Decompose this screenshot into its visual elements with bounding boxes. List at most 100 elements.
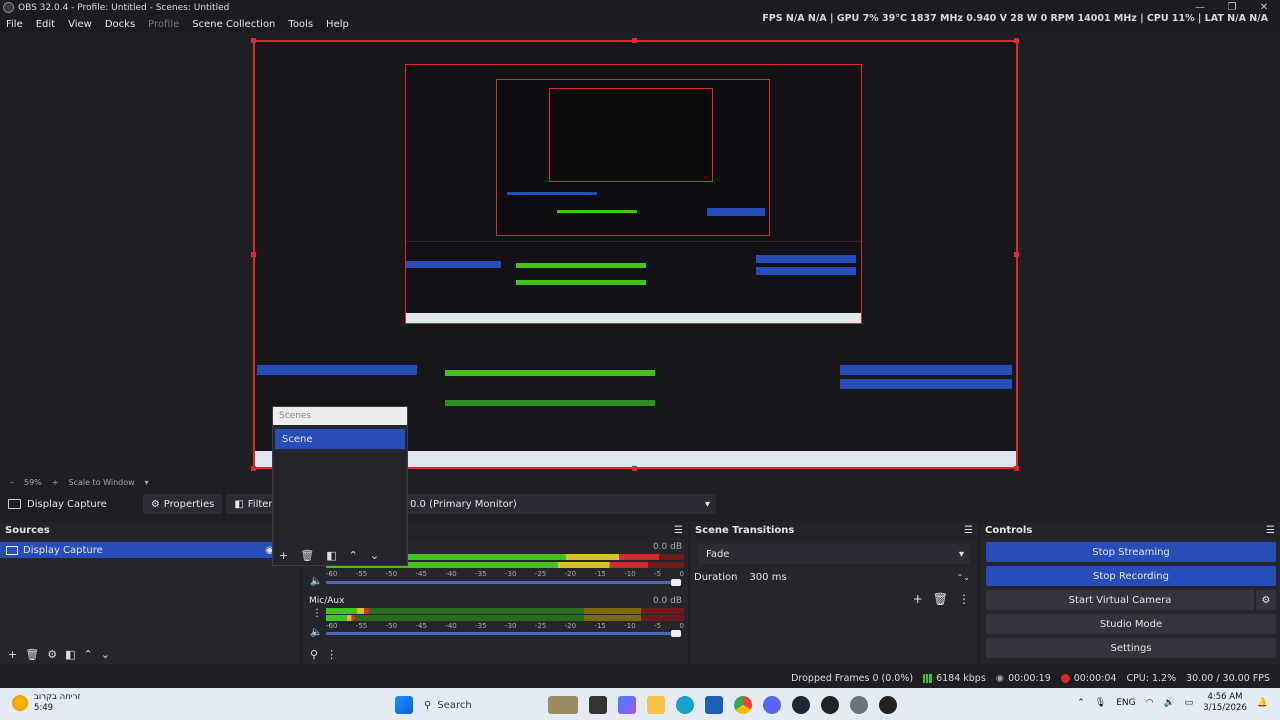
settings-button[interactable]: Settings bbox=[986, 638, 1276, 658]
menu-edit[interactable]: Edit bbox=[36, 19, 55, 30]
sources-toolbar: + 🗑 ⚙ ◧ ⌃ ⌄ bbox=[0, 644, 110, 664]
notification-bell-icon[interactable]: 🔔 bbox=[1257, 698, 1268, 708]
nested-strip bbox=[257, 365, 417, 375]
steam-icon[interactable] bbox=[792, 696, 810, 714]
clock[interactable]: 4:56 AM 3/15/2026 bbox=[1203, 692, 1247, 714]
program-preview[interactable] bbox=[253, 40, 1018, 469]
nested-preview-2 bbox=[496, 79, 770, 236]
start-virtual-camera-button[interactable]: Start Virtual Camera bbox=[986, 590, 1254, 610]
obs-icon[interactable] bbox=[850, 696, 868, 714]
display-select[interactable]: 0.0 (Primary Monitor) ▾ bbox=[404, 494, 716, 514]
move-down-button[interactable]: ⌄ bbox=[101, 648, 110, 661]
resize-handle[interactable] bbox=[251, 252, 256, 257]
stream-time: ◉ 00:00:19 bbox=[995, 672, 1051, 684]
resize-handle[interactable] bbox=[251, 466, 256, 471]
monitor-icon bbox=[6, 545, 18, 555]
chevron-up-icon[interactable]: ⌃ bbox=[1077, 698, 1085, 708]
add-transition-button[interactable]: + bbox=[913, 592, 923, 606]
resize-handle[interactable] bbox=[632, 38, 637, 43]
gear-icon[interactable]: ⚙ bbox=[47, 648, 57, 661]
transition-select[interactable]: Fade ▾ bbox=[698, 544, 970, 564]
menu-profile[interactable]: Profile bbox=[148, 19, 179, 30]
app-icon[interactable] bbox=[705, 696, 723, 714]
language-indicator[interactable]: ENG bbox=[1116, 698, 1135, 708]
link-icon[interactable]: ⚲ bbox=[310, 648, 318, 661]
chrome-icon[interactable] bbox=[734, 696, 752, 714]
zoom-out-button[interactable]: – bbox=[10, 478, 14, 487]
nested-strip bbox=[445, 400, 655, 406]
menu-file[interactable]: File bbox=[6, 19, 23, 30]
file-explorer-icon[interactable] bbox=[647, 696, 665, 714]
chevron-down-icon[interactable]: ▾ bbox=[145, 478, 149, 487]
stepper-icon[interactable]: ⌃⌄ bbox=[957, 573, 970, 582]
studio-mode-button[interactable]: Studio Mode bbox=[986, 614, 1276, 634]
zoom-in-button[interactable]: + bbox=[52, 478, 59, 487]
volume-knob[interactable] bbox=[671, 579, 681, 586]
search-icon: ⚲ bbox=[424, 699, 432, 711]
source-item[interactable]: Display Capture ◉ bbox=[0, 542, 300, 558]
menu-help[interactable]: Help bbox=[326, 19, 349, 30]
scale-mode-select[interactable]: Scale to Window bbox=[68, 478, 134, 487]
move-up-button[interactable]: ⌃ bbox=[83, 648, 92, 661]
more-options-icon[interactable]: ⋮ bbox=[312, 608, 322, 619]
task-view-icon[interactable] bbox=[589, 696, 607, 714]
filter-icon[interactable]: ◧ bbox=[326, 549, 336, 562]
more-options-icon[interactable]: ⋮ bbox=[326, 648, 337, 661]
wifi-icon[interactable]: ◠ bbox=[1146, 698, 1154, 708]
properties-button[interactable]: ⚙ Properties bbox=[142, 494, 223, 514]
track-name: Mic/Aux bbox=[309, 596, 345, 606]
menu-view[interactable]: View bbox=[68, 19, 92, 30]
move-up-button[interactable]: ⌃ bbox=[349, 549, 358, 562]
resize-handle[interactable] bbox=[1014, 252, 1019, 257]
obs-logo-icon bbox=[3, 2, 14, 13]
volume-slider[interactable] bbox=[326, 630, 681, 637]
volume-knob[interactable] bbox=[671, 630, 681, 637]
scenes-dock-floating[interactable]: Scenes Scene + 🗑 ◧ ⌃ ⌄ bbox=[272, 406, 408, 566]
duration-input[interactable]: 300 ms bbox=[749, 572, 956, 583]
volume-slider[interactable] bbox=[326, 579, 681, 586]
chevron-down-icon: ▾ bbox=[958, 548, 964, 560]
nested-strip bbox=[756, 267, 856, 275]
filter-icon[interactable]: ◧ bbox=[65, 648, 75, 661]
volume-icon[interactable]: 🔊 bbox=[1163, 698, 1174, 708]
stop-recording-button[interactable]: Stop Recording bbox=[986, 566, 1276, 586]
menu-scene-collection[interactable]: Scene Collection bbox=[192, 19, 275, 30]
add-scene-button[interactable]: + bbox=[279, 549, 288, 562]
scene-item[interactable]: Scene bbox=[275, 429, 405, 449]
store-icon[interactable] bbox=[618, 696, 636, 714]
resize-handle[interactable] bbox=[1014, 466, 1019, 471]
add-source-button[interactable]: + bbox=[8, 648, 17, 661]
resize-handle[interactable] bbox=[1014, 38, 1019, 43]
more-options-icon[interactable]: ⋮ bbox=[958, 592, 970, 606]
resize-handle[interactable] bbox=[251, 38, 256, 43]
performance-overlay: FPS N/A N/A | GPU 7% 39°C 1837 MHz 0.940… bbox=[762, 13, 1268, 24]
app-icon[interactable] bbox=[821, 696, 839, 714]
speaker-icon[interactable]: 🔈 bbox=[310, 627, 322, 638]
discord-icon[interactable] bbox=[763, 696, 781, 714]
edge-icon[interactable] bbox=[676, 696, 694, 714]
taskbar-search[interactable]: ⚲ Search bbox=[424, 694, 538, 716]
nested-strip bbox=[840, 365, 1012, 375]
menu-docks[interactable]: Docks bbox=[105, 19, 135, 30]
widgets-icon[interactable] bbox=[548, 696, 578, 714]
weather-widget[interactable]: זריחה בקרוב 5:49 bbox=[12, 692, 80, 714]
trash-icon[interactable]: 🗑 bbox=[25, 648, 39, 661]
dock-menu-icon[interactable]: ☰ bbox=[674, 525, 683, 536]
stop-streaming-button[interactable]: Stop Streaming bbox=[986, 542, 1276, 562]
battery-icon[interactable]: ▭ bbox=[1185, 698, 1194, 708]
dock-menu-icon[interactable]: ☰ bbox=[964, 525, 973, 536]
trash-icon[interactable]: 🗑 bbox=[300, 549, 314, 562]
nested-strip bbox=[840, 379, 1012, 389]
resize-handle[interactable] bbox=[632, 466, 637, 471]
trash-icon[interactable]: 🗑 bbox=[933, 592, 948, 606]
menu-tools[interactable]: Tools bbox=[288, 19, 313, 30]
transitions-title: Scene Transitions bbox=[695, 524, 795, 536]
obs-icon[interactable] bbox=[879, 696, 897, 714]
nested-strip bbox=[707, 208, 765, 216]
speaker-icon[interactable]: 🔈 bbox=[310, 576, 322, 587]
move-down-button[interactable]: ⌄ bbox=[370, 549, 379, 562]
dock-menu-icon[interactable]: ☰ bbox=[1266, 525, 1275, 536]
windows-start-icon[interactable] bbox=[395, 696, 413, 714]
gear-icon[interactable]: ⚙ bbox=[1256, 590, 1276, 610]
microphone-icon[interactable]: 🎙 bbox=[1095, 698, 1106, 708]
